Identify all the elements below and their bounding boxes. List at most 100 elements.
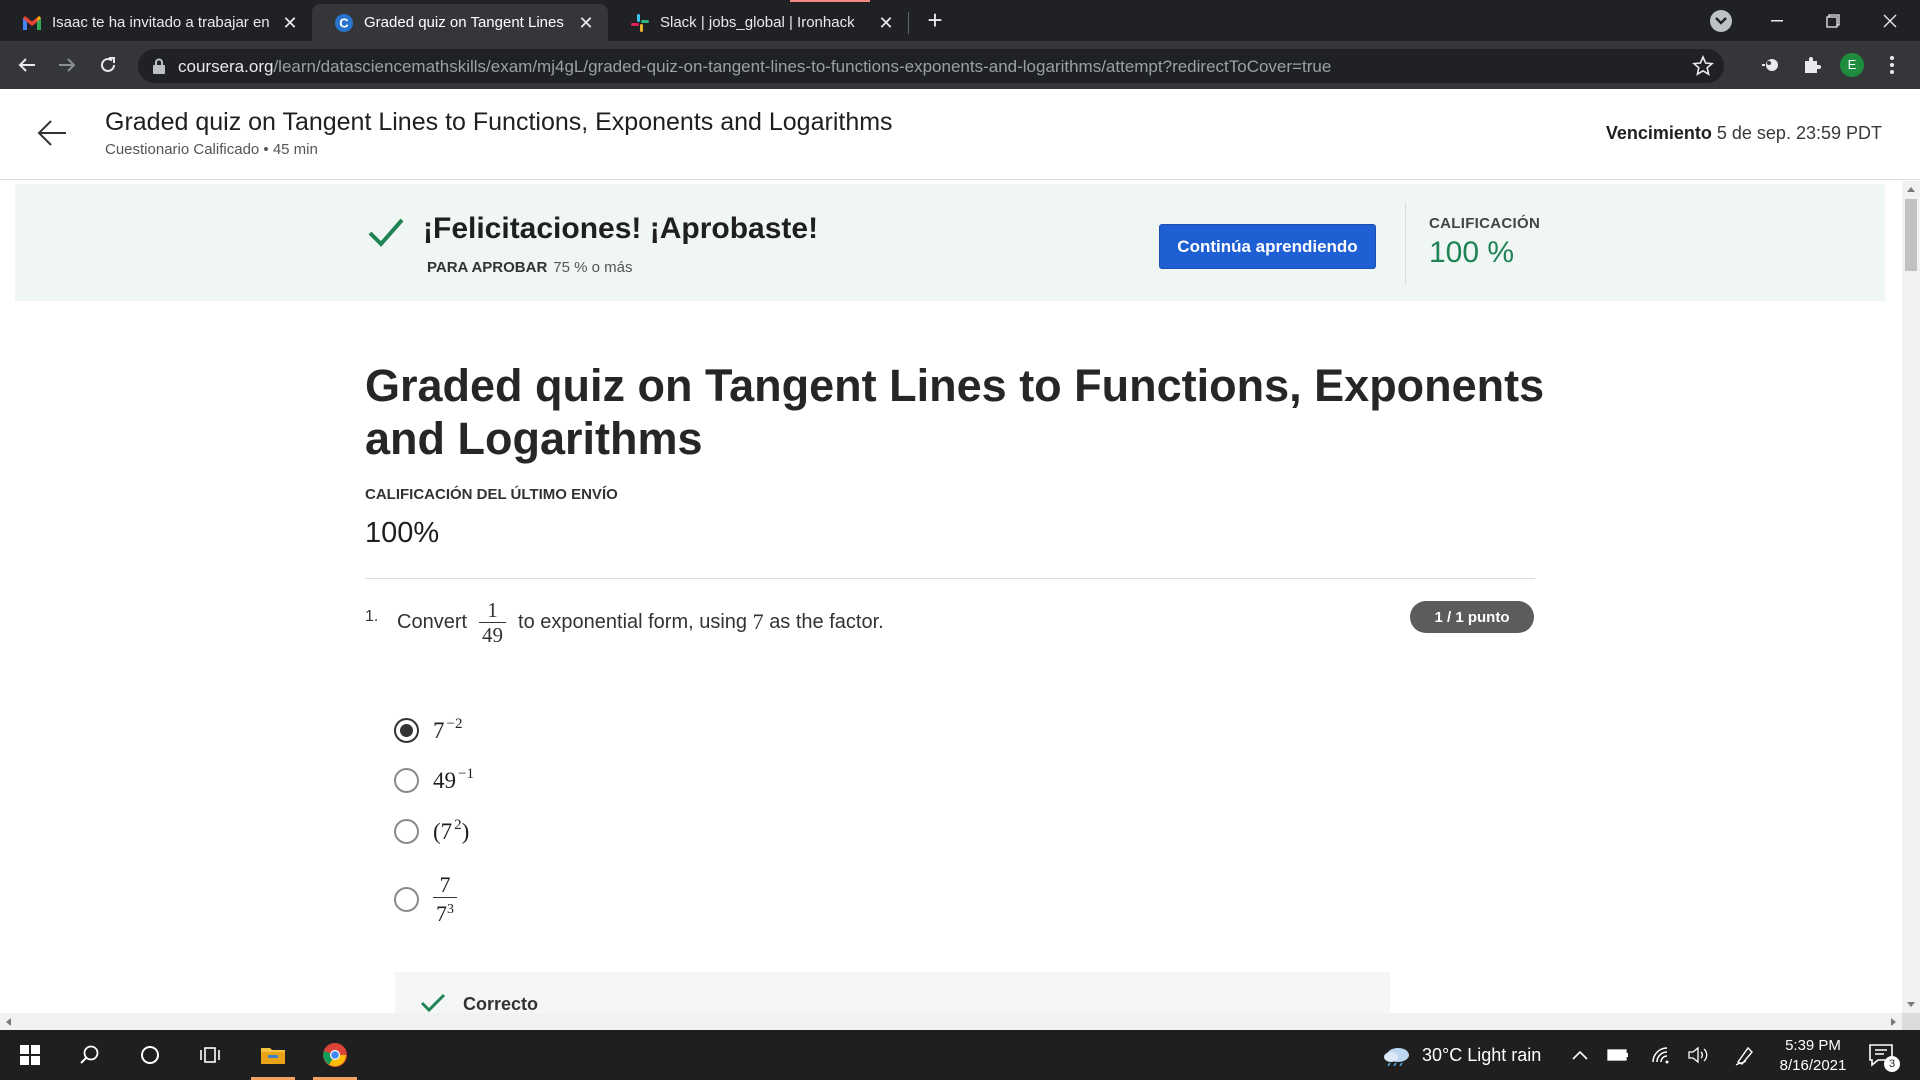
search-icon[interactable] xyxy=(60,1030,120,1080)
new-tab-button[interactable]: + xyxy=(920,6,950,36)
scrollbar-thumb[interactable] xyxy=(1905,199,1917,271)
banner-title: ¡Felicitaciones! ¡Aprobaste! xyxy=(423,212,819,245)
answer-option[interactable]: 7 73 xyxy=(394,873,469,926)
radio-button[interactable] xyxy=(394,887,419,912)
tab-separator xyxy=(908,12,909,34)
system-clock[interactable]: 5:39 PM 8/16/2021 xyxy=(1768,1036,1858,1076)
weather-text: 30°C Light rain xyxy=(1422,1044,1542,1065)
pen-icon[interactable] xyxy=(1733,1043,1757,1067)
points-badge: 1 / 1 punto xyxy=(1410,601,1534,633)
weather-widget[interactable]: 30°C Light rain xyxy=(1382,1030,1541,1080)
question-text: Convert 1 49 to exponential form, using … xyxy=(397,594,884,650)
url-path: /learn/datasciencemathskills/exam/mj4gL/… xyxy=(273,57,1332,76)
question-text-after: as the factor. xyxy=(769,610,884,633)
chrome-icon[interactable] xyxy=(305,1030,365,1080)
lock-icon[interactable] xyxy=(152,58,166,74)
windows-start-icon[interactable] xyxy=(0,1030,60,1080)
pass-label: PARA APROBAR xyxy=(427,259,548,276)
close-tab-icon[interactable]: ✕ xyxy=(876,13,896,33)
close-tab-icon[interactable]: ✕ xyxy=(280,13,300,33)
slack-icon xyxy=(630,13,650,33)
restore-button[interactable] xyxy=(1805,0,1861,41)
volume-icon[interactable] xyxy=(1686,1043,1710,1067)
radio-button[interactable] xyxy=(394,767,419,793)
browser-tab-bar: Isaac te ha invitado a trabajar en ✕ C G… xyxy=(0,0,1920,41)
url-text[interactable]: coursera.org/learn/datasciencemathskills… xyxy=(178,57,1331,77)
battery-icon[interactable] xyxy=(1606,1043,1630,1067)
continue-learning-button[interactable]: Continúa aprendiendo xyxy=(1159,224,1376,269)
browser-menu-icon[interactable] xyxy=(1884,53,1900,77)
close-window-button[interactable] xyxy=(1862,0,1918,41)
question-fraction: 1 49 xyxy=(479,597,507,647)
tab-slack[interactable]: Slack | jobs_global | Ironhack ✕ xyxy=(608,4,908,41)
answer-option[interactable]: 7 −2 xyxy=(394,716,462,744)
bookmark-star-icon[interactable] xyxy=(1692,55,1714,77)
reload-button[interactable] xyxy=(92,49,124,81)
checkmark-icon xyxy=(368,218,404,247)
option-base: 7 xyxy=(433,718,445,743)
close-tab-icon[interactable]: ✕ xyxy=(576,13,596,33)
section-divider xyxy=(365,578,1535,579)
fraction-numerator: 7 xyxy=(439,872,451,897)
option-fraction: 7 73 xyxy=(433,873,457,926)
profile-avatar[interactable]: E xyxy=(1840,53,1864,77)
radio-button[interactable] xyxy=(394,818,419,844)
pass-requirement: PARA APROBAR 75 % o más xyxy=(427,259,633,276)
page-title: Graded quiz on Tangent Lines to Function… xyxy=(105,108,893,136)
option-exponent: −2 xyxy=(446,716,463,732)
fraction-numerator: 1 xyxy=(487,597,498,622)
minimize-button[interactable] xyxy=(1749,0,1805,41)
tab-search-icon[interactable] xyxy=(1710,10,1732,32)
due-label: Vencimiento xyxy=(1605,123,1712,143)
file-explorer-icon[interactable] xyxy=(243,1030,303,1080)
extension-icon[interactable] xyxy=(1760,53,1784,77)
tab-gmail[interactable]: Isaac te ha invitado a trabajar en ✕ xyxy=(0,4,312,41)
wifi-icon[interactable] xyxy=(1649,1043,1673,1067)
vertical-scrollbar[interactable] xyxy=(1902,181,1920,1013)
cortana-icon[interactable] xyxy=(120,1030,180,1080)
option-suffix: ) xyxy=(461,819,470,844)
option-base: 49 xyxy=(433,768,456,793)
scroll-right-icon[interactable] xyxy=(1891,1018,1896,1026)
pass-value: 75 % o más xyxy=(553,259,633,276)
notification-count: 3 xyxy=(1884,1056,1900,1072)
due-date: Vencimiento 5 de sep. 23:59 PDT xyxy=(1606,123,1882,144)
feedback-label: Correcto xyxy=(463,994,539,1013)
url-host: coursera.org xyxy=(178,57,274,76)
back-button[interactable] xyxy=(11,49,43,81)
last-grade-label: CALIFICACIÓN DEL ÚLTIMO ENVÍO xyxy=(365,486,618,503)
cloud-rain-icon xyxy=(1384,1048,1409,1066)
answer-option[interactable]: (7 2) xyxy=(394,817,469,845)
forward-button[interactable] xyxy=(51,49,83,81)
scroll-down-icon[interactable] xyxy=(1907,1002,1915,1007)
tab-coursera[interactable]: C Graded quiz on Tangent Lines to ✕ xyxy=(312,4,608,41)
option-exponent: −1 xyxy=(458,766,474,782)
question-factor: 7 xyxy=(752,609,764,634)
chevron-up-icon[interactable] xyxy=(1568,1043,1592,1067)
fraction-denominator: 73 xyxy=(433,897,457,926)
option-prefix: (7 xyxy=(433,819,453,844)
tab-title: Slack | jobs_global | Ironhack xyxy=(660,14,855,31)
clock-time: 5:39 PM xyxy=(1785,1037,1841,1054)
address-bar[interactable]: coursera.org/learn/datasciencemathskills… xyxy=(138,49,1724,83)
scrollbar-corner xyxy=(1902,1013,1920,1030)
fraction-denominator: 49 xyxy=(479,621,507,647)
tab-title: Isaac te ha invitado a trabajar en xyxy=(52,14,270,31)
extensions-puzzle-icon[interactable] xyxy=(1800,53,1824,77)
answer-option[interactable]: 49 −1 xyxy=(394,766,474,794)
horizontal-scrollbar[interactable] xyxy=(0,1013,1902,1030)
scroll-left-icon[interactable] xyxy=(6,1018,11,1026)
due-value: 5 de sep. 23:59 PDT xyxy=(1716,123,1882,143)
back-arrow-icon[interactable] xyxy=(36,117,68,149)
grade-label: CALIFICACIÓN xyxy=(1429,215,1541,232)
clock-date: 8/16/2021 xyxy=(1779,1057,1847,1074)
radio-button-selected[interactable] xyxy=(394,717,419,743)
question-number: 1. xyxy=(365,608,379,625)
windows-taskbar: 30°C Light rain 5:39 PM 8/16/2021 3 xyxy=(0,1030,1920,1080)
svg-text:C: C xyxy=(339,15,349,30)
scroll-up-icon[interactable] xyxy=(1907,187,1915,192)
option-label: 49 −1 xyxy=(433,766,474,794)
task-view-icon[interactable] xyxy=(180,1030,240,1080)
quiz-title: Graded quiz on Tangent Lines to Function… xyxy=(365,360,1545,464)
feedback-box: Correcto xyxy=(395,972,1390,1013)
